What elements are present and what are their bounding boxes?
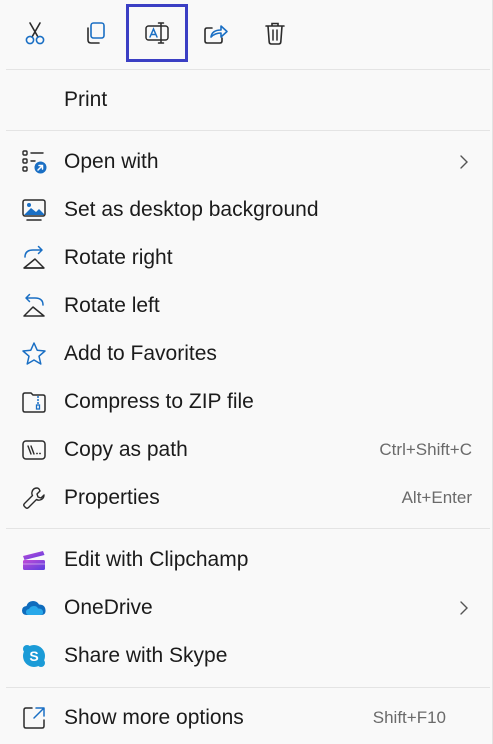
menu-item-label: Compress to ZIP file xyxy=(64,390,254,413)
menu-item-add-to-favorites[interactable]: Add to Favorites xyxy=(0,330,493,378)
copy-path-icon xyxy=(20,436,48,464)
svg-text:S: S xyxy=(29,648,38,664)
context-menu: Print Open with Set as desktop backgroun… xyxy=(0,0,493,744)
wrench-icon xyxy=(20,484,48,512)
copy-button[interactable] xyxy=(64,4,126,62)
menu-item-label: Edit with Clipchamp xyxy=(64,548,249,571)
shortcut-text: Alt+Enter xyxy=(401,488,472,507)
chevron-right-icon xyxy=(460,601,468,615)
menu-item-label: Rotate right xyxy=(64,246,173,269)
star-icon xyxy=(20,340,48,368)
menu-item-label: Rotate left xyxy=(64,294,160,317)
expand-icon xyxy=(20,704,48,732)
onedrive-icon xyxy=(20,594,48,622)
desktop-background-icon xyxy=(20,196,48,224)
divider xyxy=(6,528,490,529)
menu-item-label: Properties xyxy=(64,486,160,509)
skype-icon: S xyxy=(20,642,48,670)
open-with-icon xyxy=(20,148,48,176)
menu-item-rotate-left[interactable]: Rotate left xyxy=(0,282,493,330)
menu-item-copy-as-path[interactable]: Copy as path Ctrl+Shift+C xyxy=(0,426,493,474)
trash-icon xyxy=(265,22,285,45)
menu-item-label: Add to Favorites xyxy=(64,342,217,365)
copy-icon xyxy=(87,22,105,44)
menu-item-label: Print xyxy=(64,88,108,111)
menu-item-set-desktop-background[interactable]: Set as desktop background xyxy=(0,186,493,234)
menu-item-label: Copy as path xyxy=(64,438,188,461)
menu-item-label: Show more options xyxy=(64,706,244,729)
divider xyxy=(6,69,490,70)
menu-item-show-more-options[interactable]: Show more options Shift+F10 xyxy=(0,694,493,742)
menu-item-print[interactable]: Print xyxy=(0,76,493,124)
divider xyxy=(6,687,490,688)
rename-icon xyxy=(145,22,169,44)
zip-folder-icon xyxy=(20,388,48,416)
rotate-right-icon xyxy=(20,244,48,272)
quick-actions-toolbar xyxy=(0,0,493,68)
divider xyxy=(6,130,490,131)
share-button[interactable] xyxy=(184,4,246,62)
menu-item-onedrive[interactable]: OneDrive xyxy=(0,584,493,632)
rotate-left-icon xyxy=(20,292,48,320)
menu-item-label: Set as desktop background xyxy=(64,198,319,221)
shortcut-text: Ctrl+Shift+C xyxy=(379,440,472,459)
cut-button[interactable] xyxy=(4,4,66,62)
chevron-right-icon xyxy=(460,155,468,169)
menu-item-label: Share with Skype xyxy=(64,644,228,667)
menu-item-share-with-skype[interactable]: S Share with Skype xyxy=(0,632,493,680)
share-icon xyxy=(204,25,228,44)
menu-item-label: OneDrive xyxy=(64,596,153,619)
menu-item-compress-zip[interactable]: Compress to ZIP file xyxy=(0,378,493,426)
menu-item-rotate-right[interactable]: Rotate right xyxy=(0,234,493,282)
rename-button[interactable] xyxy=(126,4,188,62)
shortcut-text: Shift+F10 xyxy=(372,708,446,727)
clipchamp-icon xyxy=(20,546,48,574)
menu-item-open-with[interactable]: Open with xyxy=(0,138,493,186)
scissors-icon xyxy=(25,22,45,45)
menu-item-properties[interactable]: Properties Alt+Enter xyxy=(0,474,493,522)
menu-item-edit-with-clipchamp[interactable]: Edit with Clipchamp xyxy=(0,536,493,584)
menu-item-label: Open with xyxy=(64,150,159,173)
delete-button[interactable] xyxy=(244,4,306,62)
